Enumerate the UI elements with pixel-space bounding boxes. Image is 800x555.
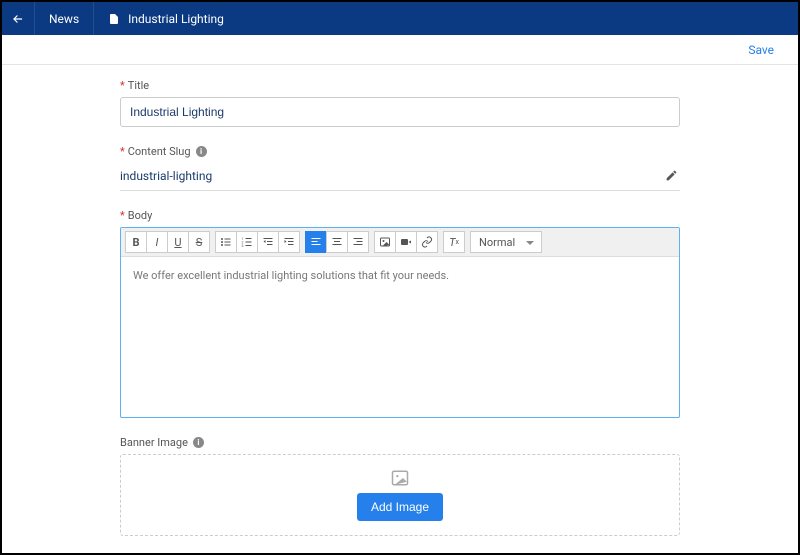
indent-button[interactable] <box>278 231 300 253</box>
rich-text-editor: B I U S 123 Tx Normal <box>120 227 680 418</box>
title-input[interactable] <box>120 97 680 127</box>
image-icon <box>379 236 391 248</box>
edit-slug-button[interactable] <box>663 167 680 184</box>
align-center-button[interactable] <box>326 231 348 253</box>
required-marker: * <box>120 79 125 92</box>
required-marker: * <box>120 145 125 158</box>
image-placeholder-icon <box>135 469 665 487</box>
info-icon[interactable]: i <box>196 146 207 157</box>
info-icon[interactable]: i <box>193 437 204 448</box>
video-button[interactable] <box>395 231 417 253</box>
title-label-row: * Title <box>120 79 680 92</box>
form-scroll-area[interactable]: * Title * Content Slug i industrial-ligh… <box>4 67 796 551</box>
field-body: * Body B I U S 123 <box>120 209 680 418</box>
banner-dropzone[interactable]: Add Image <box>120 454 680 536</box>
italic-button[interactable]: I <box>146 231 168 253</box>
required-marker: * <box>120 209 125 222</box>
form-content: * Title * Content Slug i industrial-ligh… <box>120 67 680 551</box>
breadcrumb-current-label: Industrial Lighting <box>128 12 224 26</box>
align-right-icon <box>352 236 364 248</box>
field-slug: * Content Slug i industrial-lighting <box>120 145 680 191</box>
body-label: Body <box>128 209 153 222</box>
align-right-button[interactable] <box>347 231 369 253</box>
field-banner: Banner Image i Add Image <box>120 436 680 536</box>
add-image-button[interactable]: Add Image <box>357 493 443 521</box>
align-center-icon <box>331 236 343 248</box>
arrow-left-icon <box>11 12 25 26</box>
strikethrough-button[interactable]: S <box>188 231 210 253</box>
editor-content: We offer excellent industrial lighting s… <box>133 269 449 282</box>
editor-textarea[interactable]: We offer excellent industrial lighting s… <box>121 257 679 417</box>
list-ol-icon: 123 <box>241 236 253 248</box>
breadcrumb-parent[interactable]: News <box>35 2 94 35</box>
format-select-label: Normal <box>479 236 515 249</box>
pencil-icon <box>665 169 678 182</box>
field-title: * Title <box>120 79 680 127</box>
underline-button[interactable]: U <box>167 231 189 253</box>
svg-text:3: 3 <box>242 244 244 248</box>
slug-label-row: * Content Slug i <box>120 145 680 158</box>
outdent-button[interactable] <box>257 231 279 253</box>
slug-label: Content Slug <box>128 145 191 158</box>
breadcrumb-current: Industrial Lighting <box>94 2 238 35</box>
app-header: News Industrial Lighting <box>2 2 798 35</box>
slug-row: industrial-lighting <box>120 163 680 191</box>
body-label-row: * Body <box>120 209 680 222</box>
title-label: Title <box>128 79 149 92</box>
image-button[interactable] <box>374 231 396 253</box>
ordered-list-button[interactable]: 123 <box>236 231 258 253</box>
video-icon <box>400 236 412 248</box>
save-button[interactable]: Save <box>748 43 774 57</box>
bold-button[interactable]: B <box>125 231 147 253</box>
format-select[interactable]: Normal <box>470 231 542 253</box>
link-icon <box>421 236 433 248</box>
editor-toolbar: B I U S 123 Tx Normal <box>121 228 679 257</box>
back-button[interactable] <box>2 2 35 35</box>
banner-label: Banner Image <box>120 436 188 449</box>
clear-format-button[interactable]: Tx <box>443 231 465 253</box>
breadcrumb-parent-label: News <box>49 12 79 26</box>
action-toolbar: Save <box>2 35 798 65</box>
indent-icon <box>283 236 295 248</box>
link-button[interactable] <box>416 231 438 253</box>
banner-label-row: Banner Image i <box>120 436 680 449</box>
slug-value: industrial-lighting <box>120 169 663 183</box>
list-ul-icon <box>220 236 232 248</box>
document-icon <box>108 12 120 26</box>
bullet-list-button[interactable] <box>215 231 237 253</box>
outdent-icon <box>262 236 274 248</box>
align-left-icon <box>310 236 322 248</box>
align-left-button[interactable] <box>305 231 327 253</box>
